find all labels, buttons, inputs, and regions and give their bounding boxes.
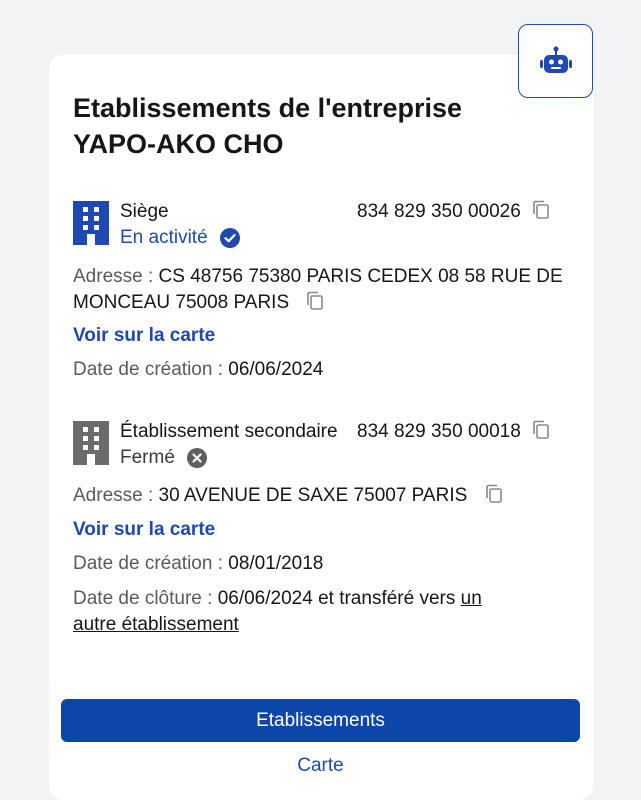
closure-date-value: 06/06/2024 et transféré vers xyxy=(217,588,461,609)
building-icon xyxy=(73,421,109,465)
copy-icon[interactable] xyxy=(532,420,550,440)
page-title: Etablissements de l'entreprise YAPO-AKO … xyxy=(73,90,533,162)
establishment-secondaire: Établissement secondaire Fermé 834 829 3… xyxy=(73,419,573,639)
copy-icon[interactable] xyxy=(532,200,550,220)
creation-date-value: 06/06/2024 xyxy=(228,359,324,380)
status-label: En activité xyxy=(120,227,208,248)
address-label: Adresse : xyxy=(73,485,159,506)
establishment-type: Siège xyxy=(120,201,169,222)
status-label: Fermé xyxy=(120,447,175,468)
assistant-button[interactable] xyxy=(518,24,593,98)
siret-value: 834 829 350 00026 xyxy=(357,201,521,222)
address-label: Adresse : xyxy=(73,266,159,287)
copy-icon[interactable] xyxy=(306,291,324,311)
siret-value: 834 829 350 00018 xyxy=(357,421,521,442)
establishment-type: Établissement secondaire xyxy=(120,421,338,442)
creation-date-label: Date de création : xyxy=(73,359,229,380)
map-link[interactable]: Voir sur la carte xyxy=(73,517,215,543)
closure-date-row: Date de clôture : 06/06/2024 et transfér… xyxy=(73,586,573,638)
transfer-link-continued[interactable]: autre établissement xyxy=(73,614,239,635)
creation-date-row: Date de création : 08/01/2018 xyxy=(73,551,573,577)
closure-date-label: Date de clôture : xyxy=(73,588,218,609)
map-button[interactable]: Carte xyxy=(61,752,580,780)
status-closed: Fermé xyxy=(120,445,207,471)
page-title-company: YAPO-AKO CHO xyxy=(73,129,284,159)
copy-icon[interactable] xyxy=(485,484,503,504)
creation-date-label: Date de création : xyxy=(73,553,229,574)
creation-date-row: Date de création : 06/06/2024 xyxy=(73,357,573,383)
address-row: Adresse : 30 AVENUE DE SAXE 75007 PARIS xyxy=(73,483,573,509)
transfer-link[interactable]: un xyxy=(461,588,482,609)
siret-number: 834 829 350 00026 xyxy=(357,199,550,225)
address-value: 30 AVENUE DE SAXE 75007 PARIS xyxy=(158,485,468,506)
siret-number: 834 829 350 00018 xyxy=(357,419,550,445)
creation-date-value: 08/01/2018 xyxy=(228,553,324,574)
establishments-button[interactable]: Etablissements xyxy=(61,699,580,742)
x-circle-icon xyxy=(186,448,207,468)
address-row: Adresse : CS 48756 75380 PARIS CEDEX 08 … xyxy=(73,264,573,316)
building-icon xyxy=(73,201,109,245)
check-circle-icon xyxy=(219,228,240,248)
page-title-line1: Etablissements de l'entreprise xyxy=(73,93,463,123)
map-link[interactable]: Voir sur la carte xyxy=(73,323,215,349)
establishment-siege: Siège En activité 834 829 350 00026 Adre… xyxy=(73,199,573,389)
status-active: En activité xyxy=(120,225,240,251)
robot-icon xyxy=(539,46,572,73)
